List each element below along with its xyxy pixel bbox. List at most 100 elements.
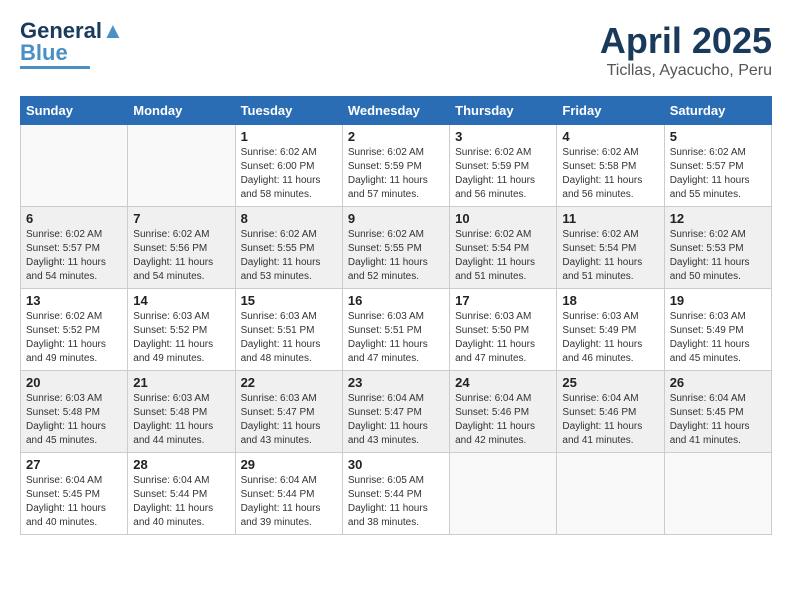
day-number: 13: [26, 293, 122, 308]
day-number: 20: [26, 375, 122, 390]
month-title: April 2025: [600, 20, 772, 62]
calendar-day-cell: 2Sunrise: 6:02 AM Sunset: 5:59 PM Daylig…: [342, 125, 449, 207]
day-number: 28: [133, 457, 229, 472]
weekday-header-monday: Monday: [128, 97, 235, 125]
day-info: Sunrise: 6:04 AM Sunset: 5:44 PM Dayligh…: [133, 474, 229, 530]
day-number: 22: [241, 375, 337, 390]
calendar-week-row: 27Sunrise: 6:04 AM Sunset: 5:45 PM Dayli…: [21, 453, 772, 535]
day-number: 15: [241, 293, 337, 308]
calendar-day-cell: 10Sunrise: 6:02 AM Sunset: 5:54 PM Dayli…: [450, 207, 557, 289]
day-number: 4: [562, 129, 658, 144]
day-number: 12: [670, 211, 766, 226]
title-block: April 2025 Ticllas, Ayacucho, Peru: [600, 20, 772, 80]
day-info: Sunrise: 6:03 AM Sunset: 5:48 PM Dayligh…: [133, 392, 229, 448]
day-number: 3: [455, 129, 551, 144]
calendar-day-cell: [21, 125, 128, 207]
calendar-day-cell: [664, 453, 771, 535]
calendar-day-cell: 13Sunrise: 6:02 AM Sunset: 5:52 PM Dayli…: [21, 289, 128, 371]
calendar-week-row: 6 Sunrise: 6:02 AM Sunset: 5:57 PM Daylig…: [21, 207, 772, 289]
calendar-header-row: SundayMondayTuesdayWednesdayThursdayFrid…: [21, 97, 772, 125]
calendar-day-cell: 16 Sunrise: 6:03 AM Sunset: 5:51 PM Dayli…: [342, 289, 449, 371]
day-number: 11: [562, 211, 658, 226]
day-info: Sunrise: 6:04 AM Sunset: 5:47 PM Dayligh…: [348, 392, 444, 448]
day-number: 29: [241, 457, 337, 472]
day-info: Sunrise: 6:03 AM Sunset: 5:49 PM Dayligh…: [670, 310, 766, 366]
calendar-day-cell: 17 Sunrise: 6:03 AM Sunset: 5:50 PM Dayli…: [450, 289, 557, 371]
day-info: Sunrise: 6:03 AM Sunset: 5:48 PM Dayligh…: [26, 392, 122, 448]
calendar-day-cell: 3 Sunrise: 6:02 AM Sunset: 5:59 PM Daylig…: [450, 125, 557, 207]
weekday-header-saturday: Saturday: [664, 97, 771, 125]
logo: General▲Blue: [20, 20, 124, 69]
day-info: Sunrise: 6:02 AM Sunset: 5:53 PM Dayligh…: [670, 228, 766, 284]
calendar-day-cell: 28 Sunrise: 6:04 AM Sunset: 5:44 PM Dayli…: [128, 453, 235, 535]
day-info: Sunrise: 6:03 AM Sunset: 5:50 PM Dayligh…: [455, 310, 551, 366]
weekday-header-wednesday: Wednesday: [342, 97, 449, 125]
day-info: Sunrise: 6:04 AM Sunset: 5:46 PM Dayligh…: [562, 392, 658, 448]
day-number: 5: [670, 129, 766, 144]
day-number: 18: [562, 293, 658, 308]
day-number: 6: [26, 211, 122, 226]
location-title: Ticllas, Ayacucho, Peru: [600, 62, 772, 80]
weekday-header-thursday: Thursday: [450, 97, 557, 125]
calendar-day-cell: 25Sunrise: 6:04 AM Sunset: 5:46 PM Dayli…: [557, 371, 664, 453]
day-number: 14: [133, 293, 229, 308]
day-info: Sunrise: 6:04 AM Sunset: 5:45 PM Dayligh…: [670, 392, 766, 448]
calendar-day-cell: 12 Sunrise: 6:02 AM Sunset: 5:53 PM Dayli…: [664, 207, 771, 289]
day-info: Sunrise: 6:03 AM Sunset: 5:51 PM Dayligh…: [348, 310, 444, 366]
day-number: 17: [455, 293, 551, 308]
day-info: Sunrise: 6:05 AM Sunset: 5:44 PM Dayligh…: [348, 474, 444, 530]
day-info: Sunrise: 6:03 AM Sunset: 5:47 PM Dayligh…: [241, 392, 337, 448]
calendar-day-cell: 30 Sunrise: 6:05 AM Sunset: 5:44 PM Dayli…: [342, 453, 449, 535]
day-number: 7: [133, 211, 229, 226]
calendar-day-cell: 27Sunrise: 6:04 AM Sunset: 5:45 PM Dayli…: [21, 453, 128, 535]
calendar-day-cell: 20 Sunrise: 6:03 AM Sunset: 5:48 PM Dayli…: [21, 371, 128, 453]
day-number: 23: [348, 375, 444, 390]
day-number: 19: [670, 293, 766, 308]
day-info: Sunrise: 6:03 AM Sunset: 5:52 PM Dayligh…: [133, 310, 229, 366]
calendar-day-cell: [450, 453, 557, 535]
calendar-day-cell: 14 Sunrise: 6:03 AM Sunset: 5:52 PM Dayli…: [128, 289, 235, 371]
day-info: Sunrise: 6:02 AM Sunset: 5:59 PM Dayligh…: [348, 146, 444, 202]
day-info: Sunrise: 6:02 AM Sunset: 5:57 PM Dayligh…: [670, 146, 766, 202]
calendar-day-cell: 18 Sunrise: 6:03 AM Sunset: 5:49 PM Dayli…: [557, 289, 664, 371]
day-info: Sunrise: 6:03 AM Sunset: 5:49 PM Dayligh…: [562, 310, 658, 366]
day-number: 1: [241, 129, 337, 144]
calendar-day-cell: 22 Sunrise: 6:03 AM Sunset: 5:47 PM Dayli…: [235, 371, 342, 453]
day-info: Sunrise: 6:02 AM Sunset: 5:59 PM Dayligh…: [455, 146, 551, 202]
day-info: Sunrise: 6:02 AM Sunset: 5:55 PM Dayligh…: [348, 228, 444, 284]
day-number: 30: [348, 457, 444, 472]
day-info: Sunrise: 6:02 AM Sunset: 5:58 PM Dayligh…: [562, 146, 658, 202]
day-info: Sunrise: 6:04 AM Sunset: 5:46 PM Dayligh…: [455, 392, 551, 448]
calendar-day-cell: 26 Sunrise: 6:04 AM Sunset: 5:45 PM Dayli…: [664, 371, 771, 453]
calendar-day-cell: 6 Sunrise: 6:02 AM Sunset: 5:57 PM Daylig…: [21, 207, 128, 289]
calendar-day-cell: 9 Sunrise: 6:02 AM Sunset: 5:55 PM Daylig…: [342, 207, 449, 289]
calendar-day-cell: [128, 125, 235, 207]
day-info: Sunrise: 6:02 AM Sunset: 5:57 PM Dayligh…: [26, 228, 122, 284]
day-number: 26: [670, 375, 766, 390]
day-info: Sunrise: 6:02 AM Sunset: 5:54 PM Dayligh…: [455, 228, 551, 284]
calendar-week-row: 13Sunrise: 6:02 AM Sunset: 5:52 PM Dayli…: [21, 289, 772, 371]
calendar-day-cell: 15 Sunrise: 6:03 AM Sunset: 5:51 PM Dayli…: [235, 289, 342, 371]
calendar-day-cell: 23 Sunrise: 6:04 AM Sunset: 5:47 PM Dayli…: [342, 371, 449, 453]
day-number: 16: [348, 293, 444, 308]
calendar-day-cell: 7Sunrise: 6:02 AM Sunset: 5:56 PM Daylig…: [128, 207, 235, 289]
day-number: 24: [455, 375, 551, 390]
day-info: Sunrise: 6:02 AM Sunset: 5:55 PM Dayligh…: [241, 228, 337, 284]
day-info: Sunrise: 6:03 AM Sunset: 5:51 PM Dayligh…: [241, 310, 337, 366]
calendar-day-cell: 8 Sunrise: 6:02 AM Sunset: 5:55 PM Daylig…: [235, 207, 342, 289]
day-number: 9: [348, 211, 444, 226]
calendar-table: SundayMondayTuesdayWednesdayThursdayFrid…: [20, 96, 772, 535]
day-number: 27: [26, 457, 122, 472]
calendar-day-cell: 11 Sunrise: 6:02 AM Sunset: 5:54 PM Dayli…: [557, 207, 664, 289]
page-header: General▲Blue April 2025 Ticllas, Ayacuch…: [20, 20, 772, 80]
calendar-week-row: 1 Sunrise: 6:02 AM Sunset: 6:00 PM Daylig…: [21, 125, 772, 207]
calendar-week-row: 20 Sunrise: 6:03 AM Sunset: 5:48 PM Dayli…: [21, 371, 772, 453]
calendar-day-cell: 21Sunrise: 6:03 AM Sunset: 5:48 PM Dayli…: [128, 371, 235, 453]
day-info: Sunrise: 6:02 AM Sunset: 6:00 PM Dayligh…: [241, 146, 337, 202]
logo-text: General▲Blue: [20, 20, 124, 64]
calendar-day-cell: 29Sunrise: 6:04 AM Sunset: 5:44 PM Dayli…: [235, 453, 342, 535]
weekday-header-tuesday: Tuesday: [235, 97, 342, 125]
day-number: 8: [241, 211, 337, 226]
calendar-day-cell: 24 Sunrise: 6:04 AM Sunset: 5:46 PM Dayli…: [450, 371, 557, 453]
day-info: Sunrise: 6:02 AM Sunset: 5:54 PM Dayligh…: [562, 228, 658, 284]
